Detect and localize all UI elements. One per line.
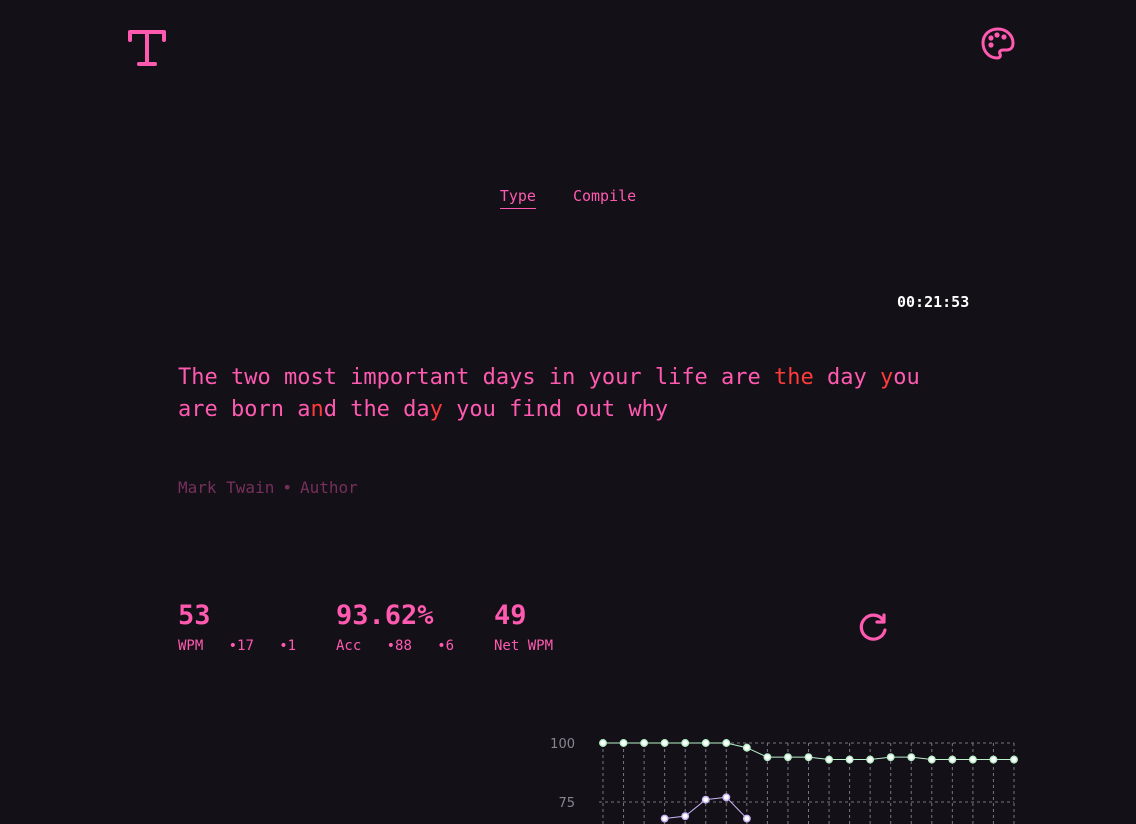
attribution-separator: • xyxy=(282,478,292,497)
accuracy-extra-2: •6 xyxy=(437,638,455,654)
wpm-extra-1: •17 xyxy=(228,638,254,654)
data-point xyxy=(681,812,690,821)
data-point xyxy=(660,739,669,747)
data-point xyxy=(660,814,669,823)
wpm-label: WPM xyxy=(178,638,204,654)
author-role: Author xyxy=(299,478,358,497)
data-point xyxy=(619,739,628,747)
typewriter-t-logo[interactable] xyxy=(126,26,168,70)
tab-type[interactable]: Type xyxy=(499,187,536,209)
y-tick-label: 75 xyxy=(558,796,575,811)
y-tick-label: 100 xyxy=(550,737,575,752)
net-wpm-value: 49 xyxy=(494,600,527,631)
quote-segment: d the da xyxy=(323,397,430,422)
quote-attribution: Mark Twain • Author xyxy=(178,478,358,497)
restart-icon[interactable] xyxy=(856,611,890,645)
data-point xyxy=(599,739,607,747)
data-point xyxy=(701,795,710,804)
accuracy-label: Acc xyxy=(336,638,362,654)
data-point xyxy=(742,743,751,752)
wpm-extra-2: •1 xyxy=(279,638,297,654)
quote-text[interactable]: The two most important days in your life… xyxy=(178,362,938,426)
data-point xyxy=(907,753,916,762)
data-point xyxy=(989,755,998,764)
tab-compile[interactable]: Compile xyxy=(573,187,636,208)
quote-error-segment: the xyxy=(774,365,814,390)
data-point xyxy=(1010,755,1018,764)
quote-segment: day xyxy=(813,365,881,390)
wpm-label-row: WPM •17 •1 xyxy=(178,638,296,654)
accuracy-stat: 93.62% Acc •88 •6 xyxy=(336,600,454,654)
data-point xyxy=(722,739,731,747)
data-point xyxy=(927,755,936,764)
timer: 00:21:53 xyxy=(897,293,970,311)
data-point xyxy=(701,739,710,747)
wpm-value: 53 xyxy=(178,600,211,631)
net-wpm-stat: 49 Net WPM xyxy=(494,600,553,654)
mode-tabs: Type Compile xyxy=(0,187,1136,209)
quote-error-segment: y xyxy=(429,397,443,422)
data-point xyxy=(742,814,751,823)
data-point xyxy=(968,755,977,764)
data-point xyxy=(886,753,895,762)
wpm-stat: 53 WPM •17 •1 xyxy=(178,600,296,654)
data-point xyxy=(681,739,690,747)
accuracy-value: 93.62% xyxy=(336,600,434,631)
quote-segment: The two most important days in your life… xyxy=(178,365,775,390)
performance-chart: 100 75 xyxy=(550,737,1018,824)
data-point xyxy=(804,753,813,762)
data-point xyxy=(763,753,772,762)
data-point xyxy=(845,755,854,764)
author-name: Mark Twain xyxy=(178,478,275,497)
accuracy-label-row: Acc •88 •6 xyxy=(336,638,454,654)
quote-error-segment: y xyxy=(880,365,894,390)
accuracy-extra-1: •88 xyxy=(386,638,412,654)
data-point xyxy=(866,755,875,764)
net-wpm-label: Net WPM xyxy=(494,638,554,654)
quote-error-segment: n xyxy=(310,397,324,422)
palette-icon[interactable] xyxy=(980,26,1016,62)
data-point xyxy=(722,793,731,802)
quote-segment: you find out why xyxy=(442,397,669,422)
data-point xyxy=(825,755,833,764)
data-point xyxy=(948,755,957,764)
data-point xyxy=(784,753,792,762)
data-point xyxy=(640,739,649,747)
